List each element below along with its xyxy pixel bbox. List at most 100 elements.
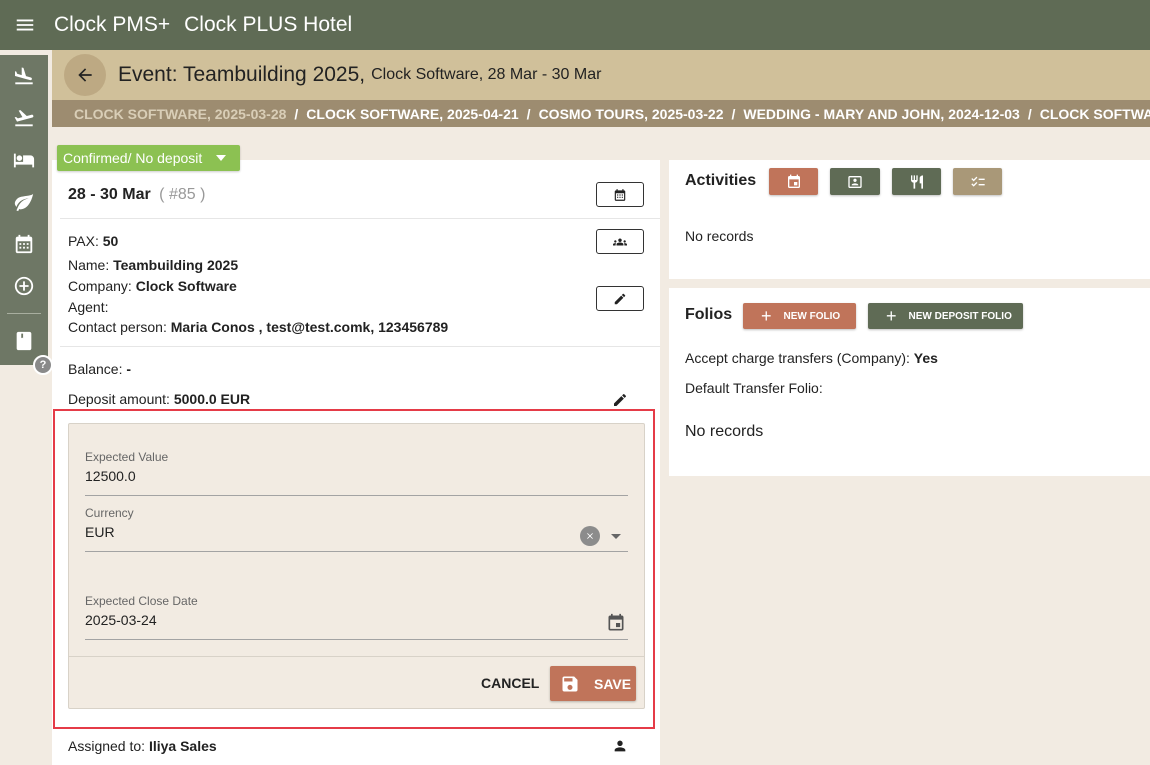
deal-form: Expected Value 12500.0 Currency EUR Expe… bbox=[68, 423, 645, 709]
calendar-icon bbox=[614, 188, 626, 201]
company-value: Clock Software bbox=[135, 278, 237, 294]
breadcrumb-item[interactable]: CLOCK SOFTWARE, 2025-03-21 bbox=[1040, 106, 1150, 122]
event-icon bbox=[787, 174, 800, 188]
arrivals-icon[interactable] bbox=[0, 55, 48, 97]
name-label: Name: bbox=[68, 257, 110, 273]
balance-row: Balance: - bbox=[68, 361, 131, 377]
event-dates: 28 - 30 Mar ( #85 ) bbox=[68, 186, 205, 204]
breadcrumb-item[interactable]: CLOCK SOFTWARE, 2025-04-21 bbox=[306, 106, 518, 122]
status-dropdown[interactable]: Confirmed/ No deposit bbox=[57, 145, 240, 171]
assigned-label: Assigned to: bbox=[68, 738, 146, 754]
status-label: Confirmed/ No deposit bbox=[63, 150, 203, 166]
assigned-row: Assigned to: Iliya Sales bbox=[68, 738, 217, 754]
close-date-label: Expected Close Date bbox=[85, 594, 198, 608]
event-title: Event: Teambuilding 2025, bbox=[118, 63, 366, 86]
expected-value-input[interactable]: 12500.0 bbox=[85, 468, 136, 484]
currency-label: Currency bbox=[85, 506, 134, 520]
contact-card-icon bbox=[848, 175, 862, 188]
edit-event-button[interactable] bbox=[596, 286, 644, 311]
person-icon[interactable] bbox=[612, 738, 628, 754]
assigned-value: Iliya Sales bbox=[148, 738, 217, 754]
new-deposit-folio-button[interactable]: + NEW DEPOSIT FOLIO bbox=[868, 303, 1023, 329]
sidebar-divider bbox=[7, 313, 41, 314]
currency-field[interactable]: Currency EUR bbox=[85, 496, 628, 552]
pax-row: PAX: 50 bbox=[68, 233, 118, 249]
expected-value-field[interactable]: Expected Value 12500.0 bbox=[85, 440, 628, 496]
default-transfer-folio-label: Default Transfer Folio: bbox=[685, 380, 823, 396]
breadcrumb-separator: / bbox=[526, 105, 531, 122]
checklist-icon bbox=[970, 176, 985, 187]
balance-label: Balance: bbox=[68, 361, 123, 377]
chevron-down-icon bbox=[216, 155, 227, 161]
calendar-icon[interactable] bbox=[606, 612, 626, 634]
pax-value: 50 bbox=[102, 233, 119, 249]
chevron-down-icon[interactable] bbox=[611, 534, 621, 539]
add-restaurant-button[interactable] bbox=[892, 168, 941, 195]
help-icon[interactable]: ? bbox=[33, 355, 53, 375]
app-name: Clock PMS+ bbox=[54, 13, 171, 36]
rooms-icon[interactable] bbox=[0, 139, 48, 181]
divider bbox=[60, 346, 660, 347]
plus-icon: + bbox=[886, 305, 897, 326]
event-subtitle: Clock Software, 28 Mar - 30 Mar bbox=[371, 66, 602, 83]
close-date-field[interactable]: Expected Close Date 2025-03-24 bbox=[85, 584, 628, 640]
calendar-icon[interactable] bbox=[0, 223, 48, 265]
clear-icon[interactable] bbox=[580, 526, 600, 546]
guests-button[interactable] bbox=[596, 229, 644, 254]
breadcrumb-item[interactable]: WEDDING - MARY AND JOHN, 2024-12-03 bbox=[743, 106, 1019, 122]
divider bbox=[60, 218, 660, 219]
spa-leaf-icon[interactable] bbox=[0, 181, 48, 223]
add-meeting-room-button[interactable] bbox=[830, 168, 880, 195]
folios-card: Folios + NEW FOLIO + NEW DEPOSIT FOLIO A… bbox=[669, 288, 1150, 476]
hotel-name: Clock PLUS Hotel bbox=[184, 13, 353, 36]
close-date-value[interactable]: 2025-03-24 bbox=[85, 612, 157, 628]
calendar-button[interactable] bbox=[596, 182, 644, 207]
add-event-activity-button[interactable] bbox=[769, 168, 818, 195]
menu-icon[interactable] bbox=[0, 0, 50, 50]
save-label: SAVE bbox=[594, 675, 632, 692]
deposit-row: Deposit amount: 5000.0 EUR bbox=[68, 391, 250, 407]
save-icon bbox=[562, 676, 578, 691]
contact-label: Contact person: bbox=[68, 319, 167, 335]
top-bar: Clock PMS+ Clock PLUS Hotel bbox=[0, 0, 1150, 50]
breadcrumb-item[interactable]: CLOCK SOFTWARE, 2025-03-28 bbox=[74, 106, 286, 122]
balance-value: - bbox=[126, 361, 132, 377]
name-value: Teambuilding 2025 bbox=[113, 257, 239, 273]
new-deposit-folio-label: NEW DEPOSIT FOLIO bbox=[908, 310, 1012, 322]
plus-icon: + bbox=[761, 305, 772, 326]
arrow-back-icon bbox=[78, 68, 92, 82]
activities-card: Activities No records bbox=[669, 160, 1150, 279]
accept-transfers-label: Accept charge transfers (Company): bbox=[685, 350, 910, 366]
departures-icon[interactable] bbox=[0, 97, 48, 139]
add-task-button[interactable] bbox=[953, 168, 1002, 195]
breadcrumb-item[interactable]: COSMO TOURS, 2025-03-22 bbox=[539, 106, 724, 122]
agent-label: Agent: bbox=[68, 299, 109, 315]
event-header: Event: Teambuilding 2025, Clock Software… bbox=[52, 50, 1150, 100]
activities-title: Activities bbox=[685, 172, 757, 189]
company-label: Company: bbox=[68, 278, 132, 294]
contact-row: Contact person: Maria Conos , test@test.… bbox=[68, 319, 448, 335]
company-row: Company: Clock Software bbox=[68, 278, 237, 294]
new-folio-button[interactable]: + NEW FOLIO bbox=[743, 303, 856, 329]
group-icon bbox=[613, 238, 627, 245]
accept-transfers-row: Accept charge transfers (Company): Yes bbox=[685, 350, 938, 366]
back-button[interactable] bbox=[64, 54, 106, 96]
breadcrumb: CLOCK SOFTWARE, 2025-03-28 / CLOCK SOFTW… bbox=[52, 100, 1150, 127]
expected-value-label: Expected Value bbox=[85, 450, 169, 464]
contact-value: Maria Conos , test@test.comk, 123456789 bbox=[170, 319, 449, 335]
name-row: Name: Teambuilding 2025 bbox=[68, 257, 238, 273]
folios-title: Folios bbox=[685, 306, 733, 323]
save-button[interactable]: SAVE bbox=[550, 666, 636, 701]
cancel-button[interactable]: CANCEL bbox=[481, 675, 539, 691]
edit-deposit-pencil-icon[interactable] bbox=[612, 392, 628, 408]
currency-value[interactable]: EUR bbox=[85, 524, 115, 540]
pax-label: PAX: bbox=[68, 233, 99, 249]
breadcrumb-separator: / bbox=[294, 105, 299, 122]
date-range: 28 - 30 Mar bbox=[68, 186, 151, 203]
breadcrumb-separator: / bbox=[731, 105, 736, 122]
restaurant-icon bbox=[910, 174, 923, 189]
pencil-icon bbox=[614, 293, 626, 304]
new-folio-label: NEW FOLIO bbox=[783, 310, 841, 322]
divider bbox=[69, 656, 644, 657]
add-circle-icon[interactable] bbox=[0, 265, 48, 307]
